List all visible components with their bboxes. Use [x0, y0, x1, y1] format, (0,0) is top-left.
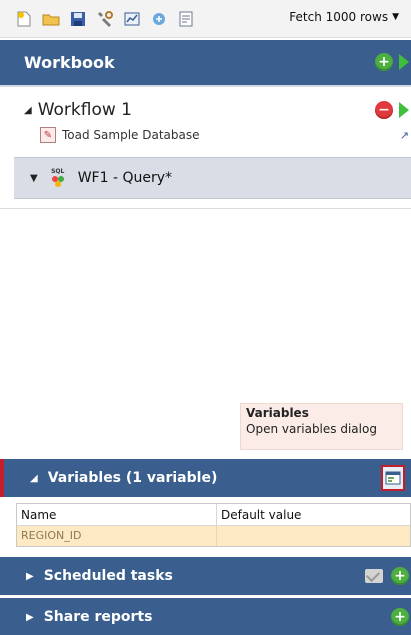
sql-query-icon: SQL: [48, 168, 68, 188]
share-reports-panel-header[interactable]: ▶ Share reports +: [0, 598, 411, 635]
collapse-triangle-icon[interactable]: ◢: [24, 105, 32, 116]
settings-icon[interactable]: [95, 9, 115, 29]
add-scheduled-task-button[interactable]: +: [391, 567, 409, 585]
column-header-name[interactable]: Name: [17, 504, 217, 525]
minus-icon: −: [378, 102, 390, 118]
variable-default-cell[interactable]: [217, 526, 225, 546]
workflow-title: Workflow 1: [37, 100, 132, 120]
remove-workflow-button[interactable]: −: [375, 101, 393, 119]
fetch-rows-label: Fetch 1000 rows: [289, 10, 389, 24]
plus-icon: +: [394, 609, 406, 625]
share-reports-actions: +: [391, 608, 409, 626]
workbook-actions: +: [375, 53, 409, 71]
section-divider: [0, 208, 411, 209]
workflow-actions: −: [375, 101, 409, 119]
scheduled-tasks-actions: +: [365, 567, 409, 585]
workbook-title: Workbook: [24, 53, 115, 72]
run-workflow-icon[interactable]: [399, 102, 409, 118]
variables-panel-title: Variables (1 variable): [47, 470, 218, 486]
chart-icon[interactable]: [122, 9, 142, 29]
plus-icon: +: [378, 54, 390, 70]
workflow-connection-row: ✎ Toad Sample Database: [40, 127, 199, 143]
workbook-header: Workbook +: [0, 40, 411, 87]
column-header-default-value[interactable]: Default value: [217, 504, 305, 525]
toolbar: Fetch 1000 rows ▼: [0, 0, 411, 38]
open-folder-icon[interactable]: [41, 9, 61, 29]
fetch-rows-dropdown[interactable]: Fetch 1000 rows ▼: [289, 10, 399, 24]
query-item[interactable]: ▼ SQL WF1 - Query*: [14, 157, 411, 199]
connection-link-icon[interactable]: ↗: [400, 129, 409, 142]
publish-icon[interactable]: [149, 9, 169, 29]
report-icon[interactable]: [176, 9, 196, 29]
run-all-icon[interactable]: [399, 54, 409, 70]
open-variables-dialog-button[interactable]: [381, 465, 405, 491]
query-label: WF1 - Query*: [77, 170, 173, 186]
tooltip-title: Variables: [246, 406, 309, 420]
scheduled-tasks-panel-header[interactable]: ▶ Scheduled tasks +: [0, 557, 411, 595]
tooltip-text: Open variables dialog: [246, 422, 377, 436]
email-icon[interactable]: [365, 569, 383, 583]
workflow-section: ◢ Workflow 1 ✎ Toad Sample Database − ↗ …: [0, 96, 411, 208]
variable-name-cell[interactable]: REGION_ID: [17, 526, 217, 546]
collapse-triangle-icon[interactable]: ◢: [30, 473, 38, 484]
variables-tooltip: Variables Open variables dialog: [240, 403, 403, 450]
plus-icon: +: [394, 568, 406, 584]
database-connection-icon: ✎: [40, 127, 56, 143]
expand-triangle-icon[interactable]: ▶: [26, 571, 34, 582]
caret-down-icon: ▼: [392, 12, 399, 22]
add-share-report-button[interactable]: +: [391, 608, 409, 626]
workflow-title-row[interactable]: ◢ Workflow 1: [24, 100, 132, 120]
variables-table: Name Default value REGION_ID: [16, 503, 411, 547]
add-workflow-button[interactable]: +: [375, 53, 393, 71]
new-workflow-icon[interactable]: [14, 9, 34, 29]
table-row[interactable]: REGION_ID: [17, 526, 410, 546]
variables-table-header: Name Default value: [17, 504, 410, 526]
expand-triangle-icon[interactable]: ▶: [26, 612, 34, 623]
share-reports-title: Share reports: [43, 609, 153, 625]
scheduled-tasks-title: Scheduled tasks: [43, 568, 173, 584]
expand-triangle-icon[interactable]: ▼: [30, 173, 38, 184]
variables-dialog-icon: [385, 471, 401, 485]
variables-panel-header[interactable]: ◢ Variables (1 variable): [0, 459, 411, 497]
workflow-connection: Toad Sample Database: [62, 128, 200, 142]
save-icon[interactable]: [68, 9, 88, 29]
